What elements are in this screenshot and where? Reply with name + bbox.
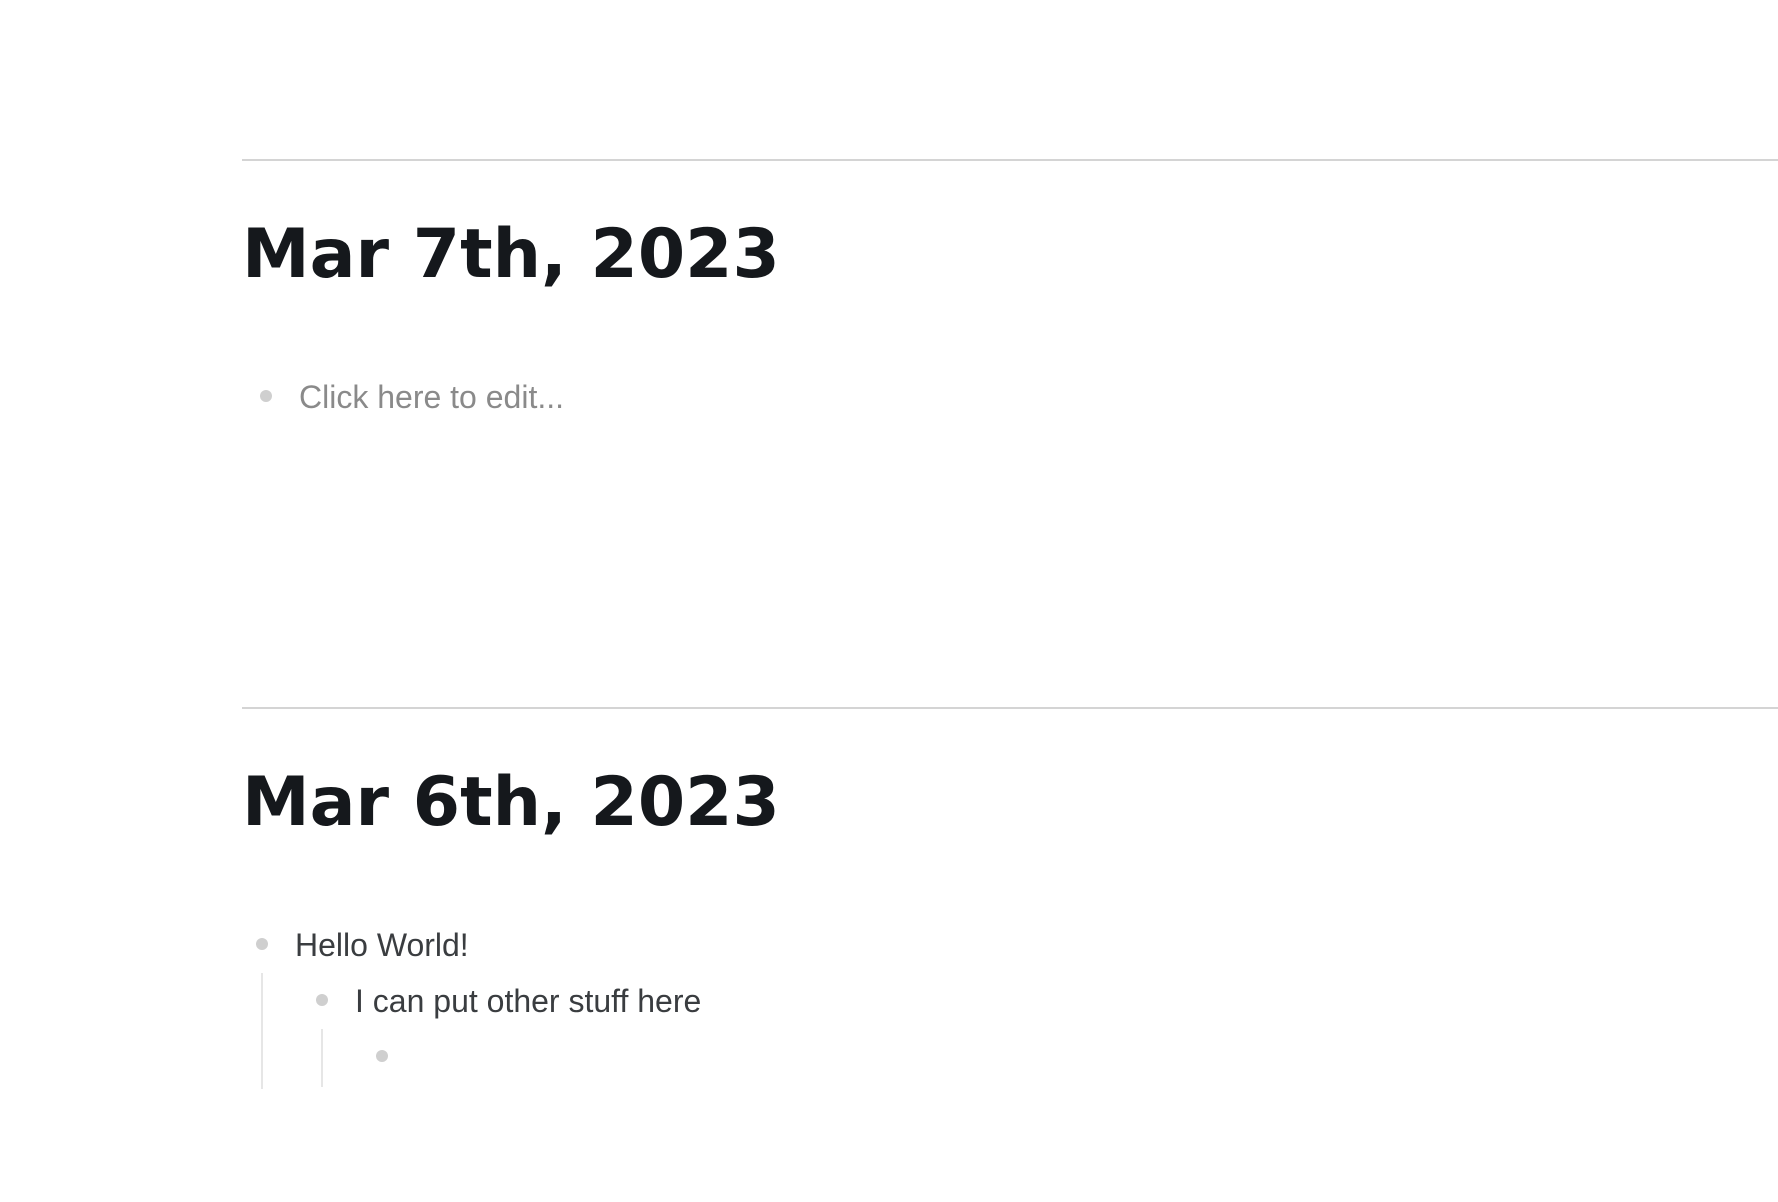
- journal-list: Mar 7th, 2023 Click here to edit... Mar …: [242, 0, 1778, 1202]
- block-content[interactable]: I can put other stuff here: [355, 983, 701, 1019]
- day-divider: [242, 707, 1778, 709]
- block-editor-placeholder[interactable]: Click here to edit...: [299, 379, 564, 415]
- block: Hello World!: [242, 917, 1442, 973]
- children-thread-line[interactable]: [261, 973, 263, 1089]
- journal-day: Mar 7th, 2023 Click here to edit...: [242, 159, 1778, 415]
- day-divider: [242, 159, 1778, 161]
- bullet-icon[interactable]: [316, 994, 328, 1006]
- block-content[interactable]: Hello World!: [295, 927, 469, 963]
- block-child: I can put other stuff here: [242, 973, 1442, 1029]
- block-list: Hello World! I can put other stuff here: [242, 917, 1442, 1089]
- bullet-icon[interactable]: [260, 390, 272, 402]
- children-thread-line[interactable]: [321, 1029, 323, 1087]
- bullet-icon[interactable]: [256, 938, 268, 950]
- day-title-link[interactable]: Mar 6th, 2023: [242, 769, 780, 837]
- block: Click here to edit...: [242, 369, 1442, 425]
- block-list: Click here to edit...: [242, 369, 1442, 425]
- journal-day: Mar 6th, 2023 Hello World! I can put oth…: [242, 707, 1778, 1089]
- block-content-empty[interactable]: [415, 1040, 815, 1076]
- block-grandchild: [242, 1029, 1442, 1085]
- bullet-icon[interactable]: [376, 1050, 388, 1062]
- day-title-link[interactable]: Mar 7th, 2023: [242, 221, 780, 289]
